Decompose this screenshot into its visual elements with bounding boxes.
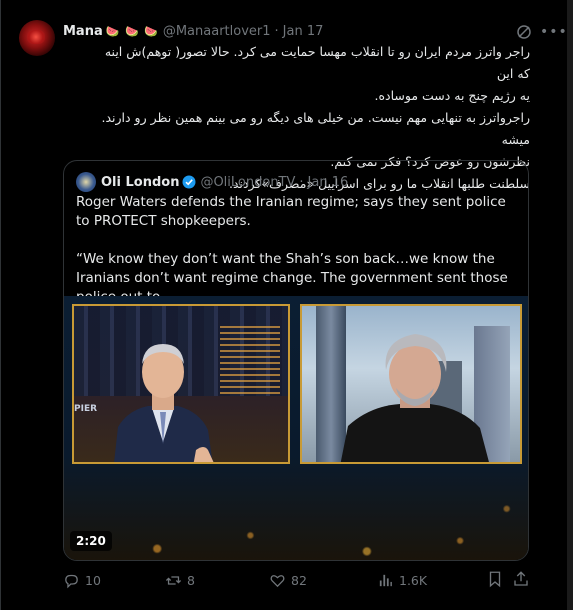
author-name[interactable]: Mana [63,24,103,39]
verified-badge-icon [182,175,196,189]
video-duration-badge: 2:20 [70,531,112,551]
action-bar: 10 8 82 1.6K [63,570,533,590]
post-text-line: راجر واترز مردم ایران رو تا انقلاب مهسا … [104,44,530,81]
studio-sign-text: PIER [74,404,98,414]
repost-icon [165,575,182,585]
author-avatar[interactable] [19,20,55,56]
author-handle[interactable]: @Manaartlover1 [163,24,271,39]
post-date[interactable]: Jan 17 [283,24,324,39]
author-emoji: 🍉 🍉 🍉 [105,24,159,38]
city-lights [220,324,280,394]
quoted-post[interactable]: Oli London @OliLondonTV · Jan 16 Roger W… [63,160,529,561]
views-button[interactable]: 1.6K [377,570,427,590]
bookmark-icon[interactable] [486,570,504,588]
grok-icon[interactable] [516,24,532,40]
views-count: 1.6K [399,572,428,588]
heart-icon [270,574,285,587]
repost-count: 8 [187,572,195,588]
quoted-author-name[interactable]: Oli London [101,175,179,190]
reply-count: 10 [85,572,101,588]
video-left-panel: PIER [72,304,290,464]
post-text-line: یه رژیم چنج به دست موساده. [374,88,530,103]
more-icon[interactable]: ••• [540,23,567,41]
separator-dot: · [274,23,279,39]
quoted-date[interactable]: Jan 16 [308,175,349,190]
separator-dot: · [299,174,304,190]
video-right-panel [300,304,522,464]
repost-button[interactable]: 8 [165,570,195,590]
like-button[interactable]: 82 [269,570,307,590]
guest-figure [340,334,489,462]
quoted-author-handle[interactable]: @OliLondonTV [200,175,295,190]
reply-icon [65,574,78,588]
presenter-figure [114,344,214,462]
reply-button[interactable]: 10 [63,570,101,590]
quoted-text: Roger Waters defends the Iranian regime;… [76,194,508,305]
scrollbar[interactable] [567,0,573,610]
share-icon[interactable] [512,570,530,588]
post-text-line: راجرواترز به تنهایی مهم نیست. من خیلی ها… [101,110,530,147]
quoted-author-avatar[interactable] [76,172,96,192]
quoted-header: Oli London @OliLondonTV · Jan 16 [101,172,348,192]
like-count: 82 [291,572,307,588]
views-icon [379,574,392,586]
video-player[interactable]: PIER 2:20 [64,296,528,560]
post-header: Mana 🍉 🍉 🍉 @Manaartlover1 · Jan 17 [63,22,323,40]
